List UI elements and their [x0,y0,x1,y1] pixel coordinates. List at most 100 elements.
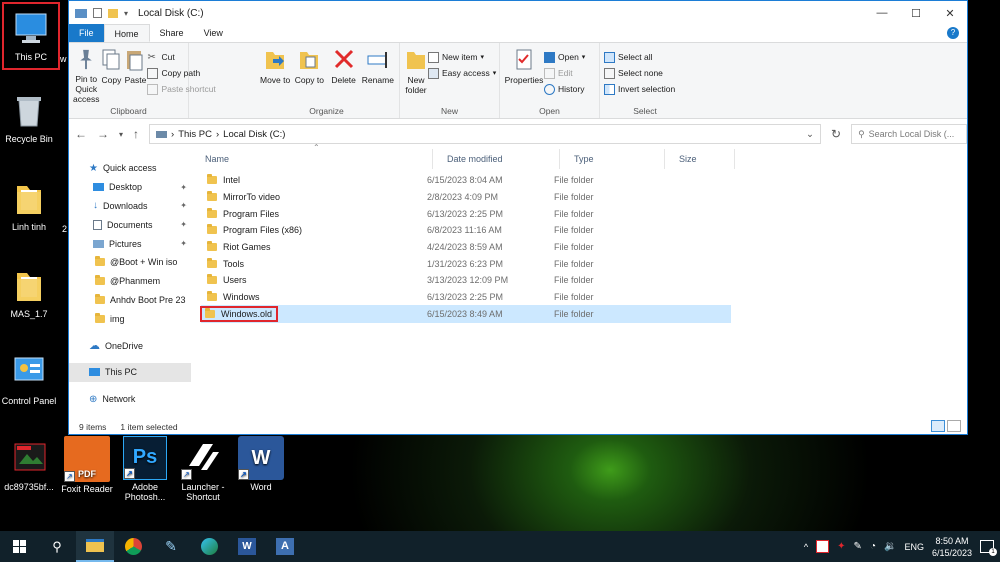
chevron-down-icon[interactable]: ⌄ [806,129,814,140]
copy-path-button[interactable]: Copy path [147,65,215,81]
recent-locations-icon[interactable]: ▾ [119,130,123,139]
taskbar-edge[interactable] [190,531,228,562]
new-folder-button[interactable]: New folder [404,47,428,104]
vietkey-icon[interactable] [816,540,830,553]
pin-to-quick-access-button[interactable]: Pin to Quick access [73,47,99,104]
column-header-type[interactable]: Type [560,149,665,169]
desktop-icon-adobe-photoshop[interactable]: Ps ↗ Adobe Photosh... [116,436,174,502]
desktop-icon-recycle-bin[interactable]: Recycle Bin [0,90,58,144]
easy-access-button[interactable]: Easy access ▾ [428,65,496,81]
desktop-icon-launcher-shortcut[interactable]: ↗ Launcher - Shortcut [174,436,232,502]
column-header-date[interactable]: Date modified [433,149,560,169]
table-row[interactable]: Intel 6/15/2023 8:04 AM File folder [201,172,731,188]
history-button[interactable]: History [544,81,585,97]
notification-icon[interactable]: 1 [980,540,997,556]
desktop-icon-dc89735bf[interactable]: dc89735bf... [0,438,58,492]
rename-button[interactable]: Rename [361,47,395,104]
nav-pictures[interactable]: Pictures ✦ [69,234,191,253]
move-to-button[interactable]: Move to [258,47,292,104]
column-header-size[interactable]: Size [665,149,735,169]
clock[interactable]: 8:50 AM 6/15/2023 [932,535,972,559]
table-row-selected[interactable]: Windows.old 6/15/2023 8:49 AM File folder [200,305,731,323]
table-row[interactable]: Program Files 6/13/2023 2:25 PM File folde… [201,206,731,222]
copy-to-button[interactable]: Copy to [292,47,326,104]
new-item-button[interactable]: New item ▾ [428,49,496,65]
desktop-icon-control-panel[interactable]: Control Panel [0,352,58,406]
table-row[interactable]: Riot Games 4/24/2023 8:59 AM File folder [201,239,731,255]
large-icons-view-button[interactable] [947,420,961,432]
table-row[interactable]: Tools 1/31/2023 6:23 PM File folder [201,256,731,272]
back-arrow-icon[interactable]: ← [75,127,87,141]
paste-shortcut-button[interactable]: Paste shortcut [147,81,216,97]
select-none-button[interactable]: Select none [604,65,675,81]
properties-button[interactable]: Properties [504,47,544,104]
tray-edit-icon[interactable]: ✎ [854,541,862,552]
column-header-name[interactable]: Name [191,149,433,169]
control-panel-icon [14,357,44,381]
nav-documents[interactable]: Documents ✦ [69,215,191,234]
desktop-icon-word[interactable]: W ↗ Word [232,436,290,492]
properties-quick-icon[interactable] [93,8,102,18]
cut-button[interactable]: ✂ Cut [147,49,215,65]
edit-button[interactable]: Edit [544,65,585,81]
nav-phanmem[interactable]: @Phanmem [69,272,191,291]
address-bar[interactable]: › This PC › Local Disk (C:) ⌄ [149,124,822,144]
taskbar-file-explorer[interactable] [76,531,114,562]
pictures-icon [93,239,104,248]
maximize-button[interactable]: ☐ [899,1,933,25]
search-button[interactable]: ⚲ [38,531,76,562]
desktop-icon-linh-tinh[interactable]: Linh tinh [0,178,58,232]
delete-button[interactable]: Delete [327,47,361,104]
taskbar-chrome[interactable] [114,531,152,562]
group-label: New [440,106,458,116]
table-row[interactable]: Program Files (x86) 6/8/2023 11:16 AM File… [201,222,731,238]
tab-view[interactable]: View [194,24,233,42]
customize-toolbar-icon[interactable]: ▾ [124,9,128,18]
show-hidden-icons[interactable]: ^ [804,542,808,552]
chevron-right-icon: › [215,128,220,140]
up-arrow-icon[interactable]: ↑ [133,127,139,141]
refresh-icon[interactable]: ↻ [831,127,841,141]
taskbar-app-a[interactable]: A [266,531,304,562]
invert-selection-button[interactable]: Invert selection [604,81,675,97]
explorer-icon[interactable] [75,8,87,18]
nav-boot-win-iso[interactable]: @Boot + Win iso [69,253,191,272]
table-row[interactable]: MirrorTo video 2/8/2023 4:09 PM File folde… [201,189,731,205]
open-button[interactable]: Open ▾ [544,49,585,65]
breadcrumb-this-pc[interactable]: This PC [178,129,212,140]
volume-icon[interactable]: 🔉 [884,541,896,552]
taskbar-word[interactable]: W [228,531,266,562]
details-view-button[interactable] [931,420,945,432]
desktop-icon-foxit-reader[interactable]: PDF ↗ Foxit Reader [58,436,116,494]
nav-network[interactable]: ⊕ Network [69,390,191,409]
breadcrumb-local-disk[interactable]: Local Disk (C:) [223,129,285,140]
tab-share[interactable]: Share [150,24,194,42]
start-button[interactable] [0,531,38,562]
nav-downloads[interactable]: ↓ Downloads ✦ [69,197,191,216]
table-row[interactable]: Users 3/13/2023 12:09 PM File folder [201,272,731,288]
nav-anhdv-boot[interactable]: Anhdv Boot Pre 23 [69,291,191,310]
taskbar-app-feather[interactable]: ✎ [152,531,190,562]
nav-desktop[interactable]: Desktop ✦ [69,178,191,197]
paste-button[interactable]: Paste [123,47,147,104]
desktop-icon-this-pc[interactable]: This PC [2,2,60,70]
nav-quick-access[interactable]: ★ Quick access [69,159,191,178]
forward-arrow-icon[interactable]: → [97,127,109,141]
search-box[interactable]: ⚲ Search Local Disk (... [851,124,968,144]
tab-file[interactable]: File [69,24,104,42]
tray-app-icon[interactable]: ✦ [837,541,845,552]
nav-onedrive[interactable]: ☁ OneDrive [69,336,191,355]
minimize-button[interactable]: — [865,1,899,25]
wifi-icon[interactable]: ◔ [870,541,876,552]
close-button[interactable]: ✕ [933,1,967,25]
expand-ribbon-icon[interactable]: ? [947,27,959,39]
nav-this-pc[interactable]: This PC [69,362,191,382]
tab-home[interactable]: Home [103,24,150,42]
table-row[interactable]: Windows 6/13/2023 2:25 PM File folder [201,289,731,305]
new-folder-quick-icon[interactable] [108,8,118,18]
select-all-button[interactable]: Select all [604,49,675,65]
desktop-icon-mas[interactable]: MAS_1.7 [0,265,58,319]
copy-button[interactable]: Copy [99,47,123,104]
nav-img[interactable]: img [69,309,191,328]
language-indicator[interactable]: ENG [904,542,924,552]
